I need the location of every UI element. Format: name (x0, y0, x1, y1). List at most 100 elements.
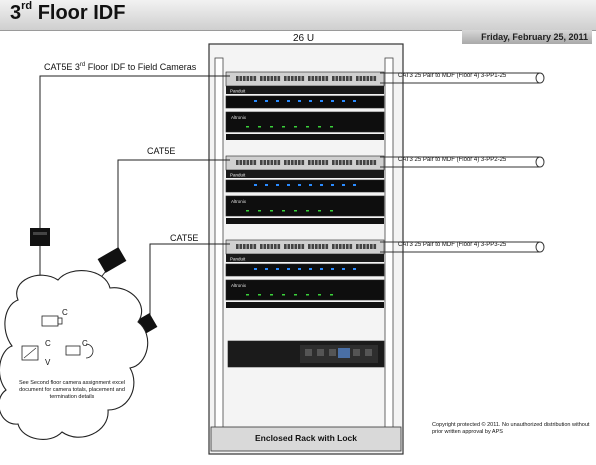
ups-button (365, 349, 372, 356)
power-supply-unit (225, 111, 385, 133)
patch-port (298, 76, 301, 81)
patch-port (311, 76, 315, 81)
patch-port (356, 244, 359, 249)
field-cameras-cable-label: CAT5E 3rd Floor IDF to Field Cameras (44, 62, 196, 72)
power-led (282, 126, 285, 128)
switch-led (331, 268, 334, 270)
mdf-link-label-1: CAT3 25 Pair to MDF (Floor 4) 3-PP1-25 (398, 73, 507, 79)
patch-port (287, 160, 291, 165)
mdf-link-label-2: CAT3 25 Pair to MDF (Floor 4) 3-PP2-25 (398, 157, 507, 163)
switch-led (342, 268, 345, 270)
patch-port (339, 76, 342, 81)
patch-port (332, 76, 335, 81)
switch-led (276, 268, 279, 270)
patch-port (260, 160, 263, 165)
patch-port (373, 160, 377, 165)
patch-port (370, 244, 373, 249)
patch-port (363, 244, 366, 249)
patch-port (322, 76, 325, 81)
patch-port (298, 244, 301, 249)
patch-port (287, 244, 291, 249)
patch-port (308, 76, 311, 81)
patch-port (263, 76, 267, 81)
patch-port (359, 76, 363, 81)
cable-label-prefix: CAT5E 3 (44, 62, 80, 72)
patch-port (335, 76, 339, 81)
camera-letter-4: V (45, 358, 51, 367)
patch-port (239, 76, 243, 81)
patch-port (342, 244, 346, 249)
patch-port (339, 244, 342, 249)
patch-port (294, 244, 298, 249)
ups-button (353, 349, 360, 356)
camera-letter-2: C (45, 339, 51, 348)
patch-port (315, 160, 318, 165)
switch-led (320, 268, 323, 270)
panel-brand-label: Panduit (230, 257, 246, 262)
switch-led (265, 100, 268, 102)
switch-led (320, 100, 323, 102)
patch-port (246, 76, 250, 81)
patch-port (270, 244, 274, 249)
blank-panel (226, 134, 384, 140)
power-led (306, 126, 309, 128)
patch-port (318, 244, 322, 249)
patch-port (243, 160, 246, 165)
patch-port (277, 244, 281, 249)
patch-port (236, 76, 239, 81)
patch-port (253, 76, 257, 81)
patch-port (366, 160, 370, 165)
patch-port (298, 160, 301, 165)
patch-port (335, 160, 339, 165)
camera-letter-1: C (62, 308, 68, 317)
patch-port (274, 160, 277, 165)
patch-port (363, 160, 366, 165)
patch-port (325, 160, 329, 165)
patch-port (250, 244, 253, 249)
patch-port (294, 160, 298, 165)
patch-port (366, 244, 370, 249)
patch-port (342, 160, 346, 165)
patch-port (318, 76, 322, 81)
cable-manager (226, 86, 384, 94)
cable-label-rest: Floor IDF to Field Cameras (85, 62, 197, 72)
altronix-brand-label: Altronix (231, 115, 247, 120)
camera-note: See Second floor camera assignment excel… (18, 380, 126, 400)
patch-port (243, 244, 246, 249)
patch-port (325, 244, 329, 249)
patch-port (243, 76, 246, 81)
patch-port (260, 244, 263, 249)
switch-led (287, 268, 290, 270)
rack-size-label: 26 U (293, 33, 315, 44)
power-led (258, 294, 261, 296)
patch-port (359, 160, 363, 165)
ups-display (338, 348, 350, 358)
switch-led (265, 184, 268, 186)
power-led (294, 210, 297, 212)
patch-port (301, 76, 305, 81)
power-led (330, 294, 333, 296)
patch-port (239, 160, 243, 165)
patch-port (359, 244, 363, 249)
camera-cloud (0, 270, 149, 440)
power-led (330, 210, 333, 212)
power-led (330, 126, 333, 128)
patch-port (287, 76, 291, 81)
patch-port (311, 244, 315, 249)
patch-port (356, 160, 359, 165)
network-switch (225, 179, 385, 193)
power-led (270, 210, 273, 212)
patch-port (277, 76, 281, 81)
patch-port (346, 160, 349, 165)
switch-led (298, 100, 301, 102)
switch-led (353, 268, 356, 270)
switch-led (254, 184, 257, 186)
power-led (294, 126, 297, 128)
power-led (282, 210, 285, 212)
network-switch (225, 263, 385, 277)
switch-led (309, 100, 312, 102)
patch-port (315, 76, 318, 81)
power-supply-unit (225, 195, 385, 217)
patch-port (246, 160, 250, 165)
power-led (258, 126, 261, 128)
